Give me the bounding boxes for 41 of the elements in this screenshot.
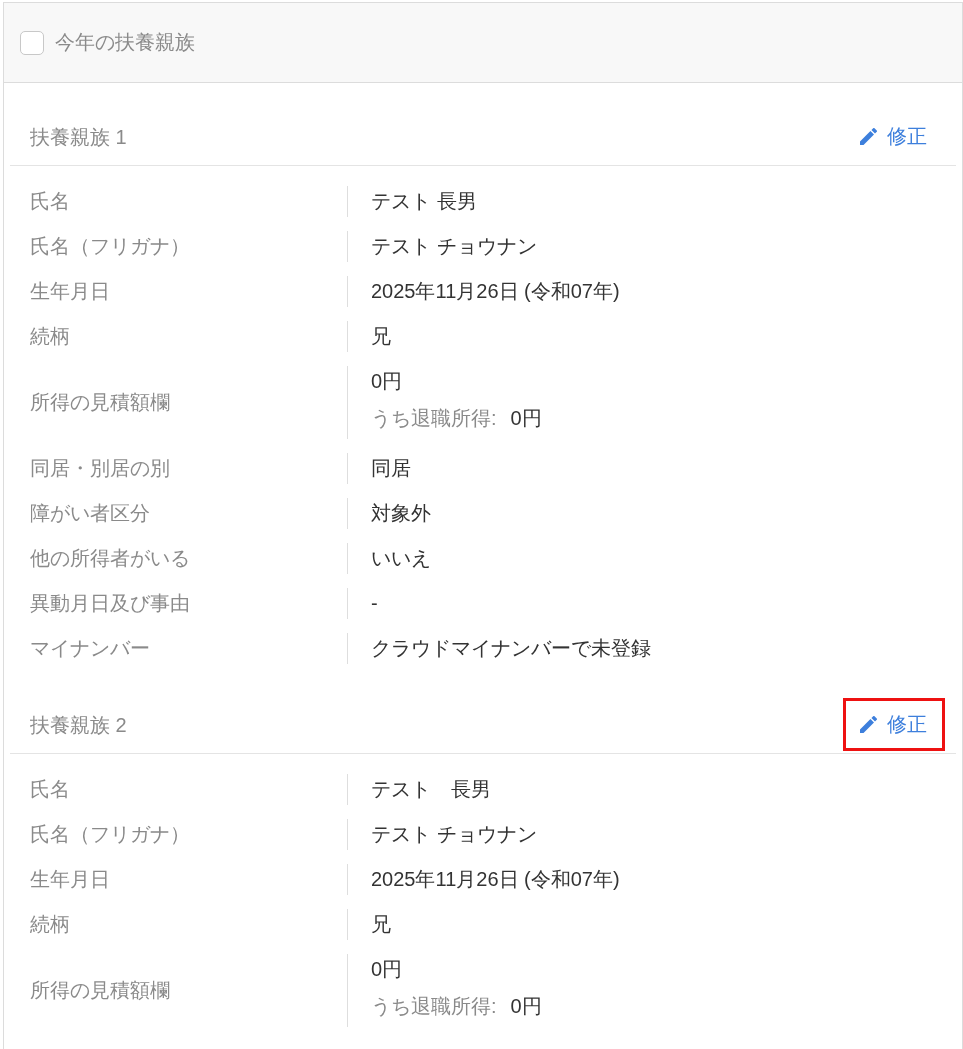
field-value: クラウドマイナンバーで未登録 [371,637,651,659]
sub-label: うち退職所得: [371,994,497,1019]
field-label: 生年月日 [30,868,110,890]
field-value: 同居 [371,457,411,479]
sub-value: 0円 [510,994,542,1019]
field-value: 兄 [371,913,391,935]
field-value: - [371,592,378,614]
field-label: 同居・別居の別 [30,457,170,479]
field-value: 0円 [371,369,403,394]
field-label: 氏名 [30,190,70,212]
section-title: 扶養親族 1 [30,125,127,150]
field-label: 他の所得者がいる [30,547,190,569]
checkbox[interactable] [20,30,44,55]
field-value: テスト チョウナン [371,823,537,845]
field-value: テスト 長男 [371,190,477,212]
field-value: 対象外 [371,502,431,524]
edit-button[interactable]: 修正 [843,698,945,751]
field-label: 氏名（フリガナ） [30,823,190,845]
section-title: 扶養親族 2 [30,713,127,738]
sub-value: 0円 [510,406,542,431]
field-label: 氏名 [30,778,70,800]
field-label: 生年月日 [30,280,110,302]
field-label: 続柄 [30,325,70,347]
field-value: いいえ [371,547,431,569]
header-title: 今年の扶養親族 [55,30,195,55]
pencil-icon [860,128,877,145]
field-label: 氏名（フリガナ） [30,235,190,257]
field-label: マイナンバー [30,637,150,659]
field-label: 障がい者区分 [30,502,150,524]
field-label: 所得の見積額欄 [30,391,170,413]
pencil-icon [860,716,877,733]
field-value: 2025年11月26日 (令和07年) [371,868,620,890]
field-label: 続柄 [30,913,70,935]
field-value: テスト チョウナン [371,235,537,257]
field-label: 所得の見積額欄 [30,979,170,1001]
field-value: 兄 [371,325,391,347]
field-value: テスト 長男 [371,778,491,800]
field-label: 異動月日及び事由 [30,592,190,614]
field-value: 0円 [371,957,403,982]
sub-label: うち退職所得: [371,406,497,431]
field-value: 2025年11月26日 (令和07年) [371,280,620,302]
